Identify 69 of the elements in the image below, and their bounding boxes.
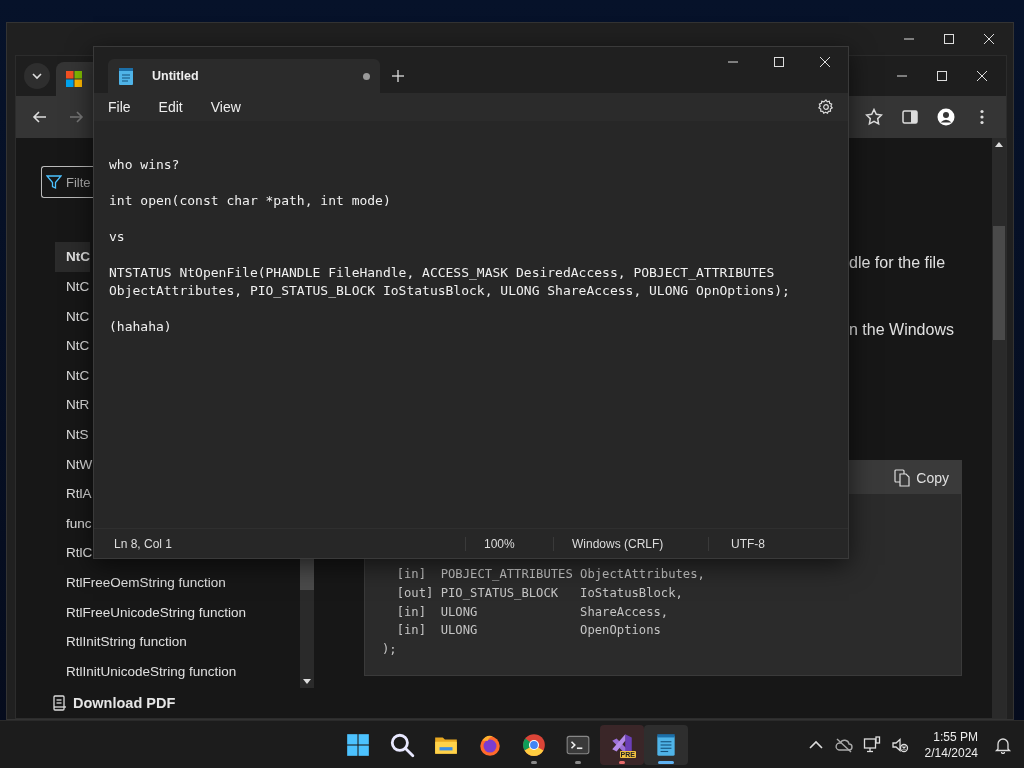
close-icon[interactable] [819,56,831,68]
status-text: UTF-8 [708,536,765,551]
maximize-icon[interactable] [773,56,785,68]
nav-item[interactable]: RtlC [55,538,93,568]
clock[interactable]: 1:55 PM 2/14/2024 [924,729,978,760]
text-line: int open(const char *path, int mode) [109,192,392,210]
nav-item[interactable]: NtC [55,242,90,272]
nav-item[interactable]: RtlInitUnicodeString function [55,656,237,686]
profile-icon[interactable] [937,108,955,126]
copy-button[interactable]: Copy [892,464,951,491]
page-scrollbar[interactable] [992,138,1006,718]
volume-muted-icon[interactable] [890,735,909,754]
nav-item[interactable]: NtR [55,390,90,420]
code-line: [in] ULONG OpenOptions [395,622,662,640]
close-icon[interactable] [976,70,988,82]
star-icon[interactable] [865,108,883,126]
search-icon [389,731,415,758]
status-text: 100% [465,536,553,551]
settings-icon[interactable] [818,99,834,115]
nav-item[interactable]: NtC [55,360,90,391]
taskbar-button[interactable] [644,724,688,765]
nav-item[interactable]: NtW [55,449,93,479]
nav-item[interactable]: RtlA [55,478,92,509]
windows-logo-icon [345,731,371,758]
side-panel-icon[interactable] [901,108,919,126]
nav-item[interactable]: NtC [55,301,90,331]
maximize-icon[interactable] [943,33,955,45]
nav-item[interactable]: func [55,508,92,539]
nav-item[interactable]: RtlInitString function [55,626,187,657]
code-line: [in] ULONG ShareAccess, [395,603,670,621]
menu-item[interactable]: View [200,95,251,119]
text-line: who wins? [109,156,181,174]
text-line: vs [109,228,126,246]
text-line: (hahaha) [109,318,173,336]
scrollbar[interactable] [300,558,314,688]
text-line: NTSTATUS NtOpenFile(PHANDLE FileHandle, ACCESS_MASK DesiredAccess, POBJECT_ATTRIBUTES ObjectAttributes, PIO_STATUS_BLOCK IoStatusBlock, ULONG ShareAccess, ULONG OpnOptions); [109,264,791,300]
nav-item[interactable]: NtC [55,271,90,302]
tab-search-button[interactable] [24,63,50,89]
nav-item[interactable]: RtlFreeUnicodeString function [55,597,247,627]
document-tab[interactable]: Untitled [108,59,380,93]
plus-icon[interactable] [391,69,405,83]
maximize-icon[interactable] [936,70,948,82]
copy-icon [894,468,911,487]
article-text: n the Windows [849,321,954,340]
nav-item[interactable]: RtlFreeOemString function [55,567,226,598]
network-icon[interactable] [862,735,881,754]
four-squares-logo-icon [66,71,82,87]
browser-tab[interactable] [56,62,96,96]
status-text: Ln 8, Col 1 [113,536,174,551]
filter-icon [46,174,62,190]
close-icon[interactable] [983,33,995,45]
status-text: Windows (CRLF) [553,536,708,551]
article-text: dle for the file [849,254,946,273]
notepad-icon [118,67,134,85]
browser-circle-icon [521,731,547,758]
scrollbar-thumb[interactable] [993,226,1005,340]
code-line: ); [382,641,398,659]
scrollbar-thumb[interactable] [300,558,314,590]
download-pdf-link[interactable]: Download PDF [41,688,314,718]
bell-icon[interactable] [994,735,1012,754]
code-line: [out] PIO_STATUS_BLOCK IoStatusBlock, [395,584,684,602]
nav-item[interactable]: NtC [55,330,90,361]
menu-item[interactable]: File [98,95,141,119]
chevron-down-icon [32,71,42,81]
document-icon [53,695,67,711]
nav-item[interactable]: NtS [55,419,89,450]
filter-field[interactable]: Filte [41,166,95,198]
code-line: [in] POBJECT_ATTRIBUTES ObjectAttributes, [395,566,706,583]
menu-item[interactable]: Edit [148,95,193,119]
